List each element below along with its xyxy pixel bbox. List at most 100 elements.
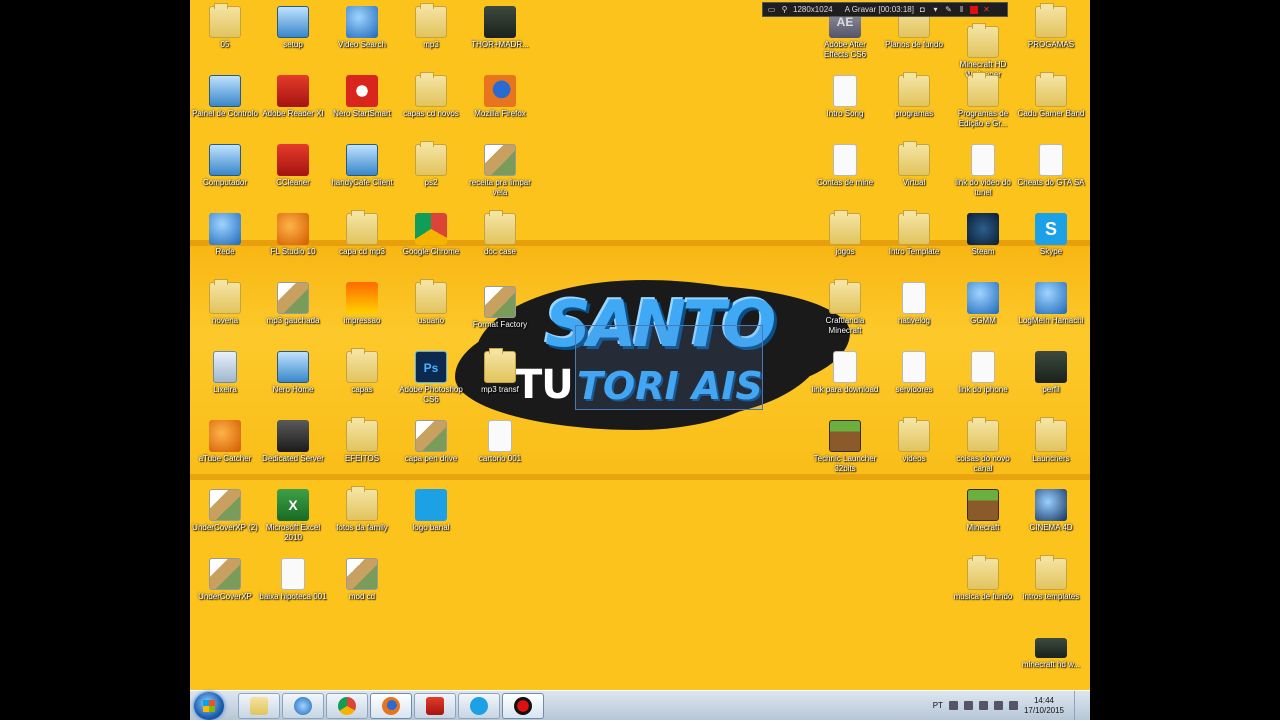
desktop-icon-firefox[interactable]: Mozilla Firefox bbox=[465, 71, 535, 119]
desktop-icon-virtual[interactable]: Virtual bbox=[879, 140, 949, 188]
desktop-icon-fotos-family[interactable]: fotos da family bbox=[327, 485, 397, 533]
desktop-icon-novena[interactable]: novena bbox=[190, 278, 260, 326]
taskbar-chrome[interactable] bbox=[326, 692, 368, 719]
volume-icon[interactable] bbox=[1008, 701, 1018, 710]
desktop-icon-excel[interactable]: X Microsoft Excel 2010 bbox=[258, 485, 328, 543]
desktop-icon-doc-case[interactable]: doc case bbox=[465, 209, 535, 257]
desktop-icon-craftlandia[interactable]: Craftlandia Minecraft bbox=[810, 278, 880, 336]
desktop-icon-perfil[interactable]: perfil bbox=[1016, 347, 1086, 395]
taskbar-firefox[interactable] bbox=[370, 692, 412, 719]
desktop-icon-lixeira[interactable]: Lixeira bbox=[190, 347, 260, 395]
desktop-icon-intros-templates[interactable]: intros templates bbox=[1016, 554, 1086, 602]
taskbar-media[interactable] bbox=[414, 692, 456, 719]
clock[interactable]: 14:44 17/10/2015 bbox=[1024, 696, 1064, 716]
desktop-icon-undercover[interactable]: UnderCoverXP bbox=[190, 554, 260, 602]
desktop-icon-servidores[interactable]: servidores bbox=[879, 347, 949, 395]
desktop-icon-coisas-canal[interactable]: coisas do novo canal bbox=[948, 416, 1018, 474]
desktop-icon-link-video[interactable]: link do video do tunel bbox=[948, 140, 1018, 198]
desktop-icon-cadu-gamer[interactable]: Cadu Gamer Band bbox=[1016, 71, 1086, 119]
start-button[interactable] bbox=[194, 691, 224, 720]
desktop-icon-programas[interactable]: programas bbox=[879, 71, 949, 119]
desktop-icon-ps2[interactable]: ps2 bbox=[396, 140, 466, 188]
desktop-icon-capa-pen-drive[interactable]: capa pen drive bbox=[396, 416, 466, 464]
desktop-icon-intro-template[interactable]: Intro Template bbox=[879, 209, 949, 257]
desktop-icon-link-download[interactable]: link para download bbox=[810, 347, 880, 395]
desktop-icon-atube[interactable]: aTube Catcher bbox=[190, 416, 260, 464]
network-icon[interactable] bbox=[993, 701, 1003, 710]
desktop-icon-rede[interactable]: Rede bbox=[190, 209, 260, 257]
desktop-icon-fl-studio[interactable]: FL Studio 10 bbox=[258, 209, 328, 257]
desktop-icon-mp3-gauchada[interactable]: mp3 gauchada bbox=[258, 278, 328, 326]
desktop-icon-programas-edicao[interactable]: Programas de Edição e Gr... bbox=[948, 71, 1018, 129]
taskbar-explorer[interactable] bbox=[238, 692, 280, 719]
desktop-icon-setup[interactable]: setup bbox=[258, 2, 328, 50]
desktop-icon-nativelog[interactable]: nativelog bbox=[879, 278, 949, 326]
desktop-icon-usuario[interactable]: usuario bbox=[396, 278, 466, 326]
desktop-icon-impressao[interactable]: impressao bbox=[327, 278, 397, 326]
desktop-icon-undercover2[interactable]: UnderCoverXP (2) bbox=[190, 485, 260, 533]
desktop-icon-capas[interactable]: capas bbox=[327, 347, 397, 395]
desktop-icon-contas-mine[interactable]: Contas de mine bbox=[810, 140, 880, 188]
desktop-icon-intro-song[interactable]: Intro Song bbox=[810, 71, 880, 119]
desktop-icon-capa-cd-mp3[interactable]: capa cd mp3 bbox=[327, 209, 397, 257]
desktop-icon-ggmm[interactable]: GGMM bbox=[948, 278, 1018, 326]
taskbar-internet-explorer[interactable] bbox=[282, 692, 324, 719]
desktop-icon-baixa-hipoteca[interactable]: baixa hipoteca 001 bbox=[258, 554, 328, 602]
desktop-icon-video-search[interactable]: Video Search bbox=[327, 2, 397, 50]
desktop-icon-receita[interactable]: receita pra limpar vela bbox=[465, 140, 535, 198]
desktop-icon-computador[interactable]: Computador bbox=[190, 140, 260, 188]
desktop-icon-chrome[interactable]: Google Chrome bbox=[396, 209, 466, 257]
pen-icon[interactable]: ✎ bbox=[944, 5, 953, 14]
control-panel-icon bbox=[209, 75, 241, 107]
desktop-icon-mod-cd[interactable]: mod cd bbox=[327, 554, 397, 602]
desktop-icon-skype[interactable]: S Skype bbox=[1016, 209, 1086, 257]
desktop-icon-capas-cd-novos[interactable]: capas cd novos bbox=[396, 71, 466, 119]
taskbar-skype[interactable] bbox=[458, 692, 500, 719]
desktop-icon-handycafe[interactable]: handyCafe Client bbox=[327, 140, 397, 188]
desktop-icon-cartorio[interactable]: cartorio 001 bbox=[465, 416, 535, 464]
desktop-icon-efeitos[interactable]: EFEITOS bbox=[327, 416, 397, 464]
desktop-icon-adobe-reader[interactable]: Adobe Reader XI bbox=[258, 71, 328, 119]
desktop-icon-logo-banal[interactable]: logo banal bbox=[396, 485, 466, 533]
desktop-icon-hamachi[interactable]: LogMeIn Hamachi bbox=[1016, 278, 1086, 326]
language-indicator[interactable]: PT bbox=[933, 701, 943, 710]
desktop-icon-cinema4d[interactable]: CINEMA 4D bbox=[1016, 485, 1086, 533]
desktop-icon-minecraft-hd-w[interactable]: minecraft hd w... bbox=[1016, 634, 1086, 670]
desktop-icon-mp3[interactable]: mp3 bbox=[396, 2, 466, 50]
tray-arrow-icon[interactable] bbox=[963, 701, 973, 710]
desktop-icon-jogos[interactable]: jogos bbox=[810, 209, 880, 257]
desktop-icon-nero-home[interactable]: Nero Home bbox=[258, 347, 328, 395]
close-icon[interactable]: ✕ bbox=[982, 5, 991, 14]
desktop-icon-musica-fundo[interactable]: musica de fundo bbox=[948, 554, 1018, 602]
desktop-icon-videos[interactable]: videos bbox=[879, 416, 949, 464]
desktop-icon-mp3-transf[interactable]: mp3 transf bbox=[465, 347, 535, 395]
folder-icon bbox=[209, 3, 241, 38]
desktop-icon-thor[interactable]: THOR+MADR... bbox=[465, 2, 535, 50]
desktop-icon-05[interactable]: 05 bbox=[190, 2, 260, 50]
desktop-icon-steam[interactable]: Steam bbox=[948, 209, 1018, 257]
desktop-icon-technic[interactable]: Technic Launcher 32bits bbox=[810, 416, 880, 474]
keyboard-icon[interactable] bbox=[948, 701, 958, 710]
recorder-toolbar[interactable]: ▭ ⚲ 1280x1024 A Gravar [00:03:18] ◘ ▾ ✎ … bbox=[762, 2, 1008, 17]
selection-rectangle bbox=[575, 325, 763, 410]
action-center-icon[interactable] bbox=[978, 701, 988, 710]
zoom-icon[interactable]: ⚲ bbox=[780, 5, 789, 14]
stop-icon[interactable] bbox=[969, 5, 978, 14]
dropdown-icon[interactable]: ▾ bbox=[931, 5, 940, 14]
desktop-icon-nero-startsmart[interactable]: Nero StartSmart bbox=[327, 71, 397, 119]
taskbar-recorder[interactable] bbox=[502, 692, 544, 719]
desktop-icon-ccleaner[interactable]: CCleaner bbox=[258, 140, 328, 188]
show-desktop-button[interactable] bbox=[1074, 690, 1084, 720]
desktop-icon-minecraft[interactable]: Minecraft bbox=[948, 485, 1018, 533]
camera-icon[interactable]: ◘ bbox=[918, 5, 927, 14]
pause-icon[interactable]: ‖ bbox=[957, 5, 966, 14]
desktop-icon-cheats-gta[interactable]: Cheats do GTA SA bbox=[1016, 140, 1086, 188]
desktop-icon-link-iphone[interactable]: link do iphone bbox=[948, 347, 1018, 395]
window-select-icon[interactable]: ▭ bbox=[767, 5, 776, 14]
desktop-icon-format-factory[interactable]: Format Factory bbox=[465, 282, 535, 330]
desktop-icon-launchers[interactable]: Launchers bbox=[1016, 416, 1086, 464]
desktop-icon-progamas[interactable]: PROGAMAS bbox=[1016, 2, 1086, 50]
desktop-icon-photoshop[interactable]: Ps Adobe Photoshop CS6 bbox=[396, 347, 466, 405]
desktop-icon-painel[interactable]: Painel de Controlo bbox=[190, 71, 260, 119]
desktop-icon-dedicated-server[interactable]: Dedicated Server bbox=[258, 416, 328, 464]
